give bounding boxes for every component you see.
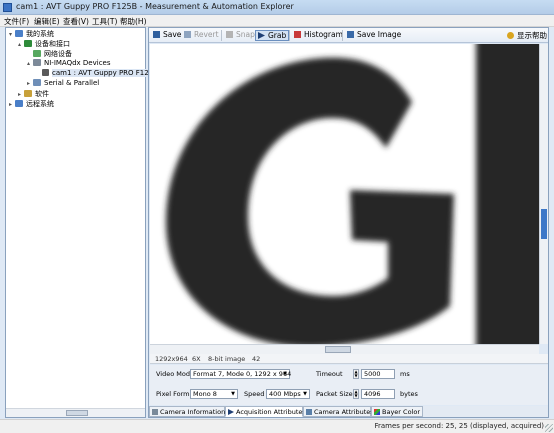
camera-icon xyxy=(42,69,49,76)
tree-horizontal-scrollbar[interactable] xyxy=(6,408,145,417)
timeout-field[interactable]: 5000 xyxy=(361,369,395,379)
image-resolution: 1292x964 xyxy=(155,355,188,363)
histogram-icon xyxy=(294,31,301,38)
menu-file[interactable]: 文件(F) xyxy=(4,16,29,27)
video-mode-select[interactable]: Format 7, Mode 0, 1292 x 964 ▼ xyxy=(190,369,291,379)
menu-help[interactable]: 帮助(H) xyxy=(120,16,147,27)
tree-item-my-system[interactable]: ▾ 我的系统 xyxy=(9,29,54,39)
image-glyph-i xyxy=(476,44,539,344)
devices-icon xyxy=(24,40,32,47)
save-image-button[interactable]: Save Image xyxy=(345,30,403,41)
chevron-down-icon: ▼ xyxy=(283,371,287,377)
tab-bayer-color[interactable]: Bayer Color xyxy=(371,406,423,417)
tree-item-network-devices[interactable]: 网络设备 xyxy=(27,49,72,59)
revert-button[interactable]: Revert xyxy=(182,30,221,41)
zoom-level: 6X xyxy=(192,355,201,363)
timeout-label: Timeout xyxy=(316,370,343,378)
packet-size-spinner[interactable]: ▲ ▼ xyxy=(353,389,359,399)
play-icon xyxy=(258,32,265,39)
remote-system-icon xyxy=(15,100,23,107)
snap-button[interactable]: Snap xyxy=(224,30,257,41)
resize-grip[interactable] xyxy=(545,424,553,432)
timeout-unit: ms xyxy=(400,370,410,378)
camera-image xyxy=(150,44,539,344)
play-icon xyxy=(228,409,234,415)
snap-icon xyxy=(226,31,233,38)
tree-item-software[interactable]: ▸ 软件 xyxy=(18,89,49,99)
status-bar: Frames per second: 25, 25 (displayed, ac… xyxy=(0,419,554,433)
toolbar-separator xyxy=(221,30,222,41)
save-icon xyxy=(153,31,160,38)
save-image-icon xyxy=(347,31,354,38)
pixel-format-select[interactable]: Mono 8 ▼ xyxy=(190,389,238,399)
computer-icon xyxy=(15,30,23,37)
pixel-value: 42 xyxy=(252,355,261,363)
image-toolbar: Save Revert Snap Grab Histogram Save Ima… xyxy=(149,28,548,43)
app-icon xyxy=(3,3,12,12)
grab-button[interactable]: Grab xyxy=(255,30,290,41)
speed-label: Speed xyxy=(244,390,265,398)
camera-info-icon xyxy=(152,409,158,415)
image-type: 8-bit image xyxy=(208,355,246,363)
window-title: cam1 : AVT Guppy PRO F125B - Measurement… xyxy=(16,2,294,11)
tab-camera-information[interactable]: Camera Information xyxy=(149,406,225,417)
chevron-down-icon: ▼ xyxy=(231,391,235,397)
show-help-button[interactable]: 显示帮助 xyxy=(505,30,549,41)
bayer-color-icon xyxy=(374,409,380,415)
menu-view[interactable]: 查看(V) xyxy=(63,16,89,27)
menu-tools[interactable]: 工具(T) xyxy=(92,16,117,27)
histogram-button[interactable]: Histogram xyxy=(292,30,345,41)
chevron-down-icon: ▼ xyxy=(303,391,307,397)
speed-select[interactable]: 400 Mbps ▼ xyxy=(266,389,310,399)
port-icon xyxy=(33,79,41,86)
revert-icon xyxy=(184,31,191,38)
toolbar-separator xyxy=(342,30,343,41)
tab-camera-attributes[interactable]: Camera Attributes xyxy=(303,406,374,417)
help-icon xyxy=(507,32,514,39)
tree-item-imaqdx-devices[interactable]: ▴ NI-IMAQdx Devices xyxy=(27,59,111,69)
scrollbar-thumb[interactable] xyxy=(66,410,88,416)
packet-size-label: Packet Size xyxy=(316,390,353,398)
tree-item-remote-systems[interactable]: ▸ 远程系统 xyxy=(9,99,54,109)
software-icon xyxy=(24,90,32,97)
video-mode-label: Video Mode xyxy=(156,370,194,378)
acquisition-settings: Video Mode Format 7, Mode 0, 1292 x 964 ▼… xyxy=(150,365,548,405)
tree-item-serial-parallel[interactable]: ▸ Serial & Parallel xyxy=(27,79,99,89)
network-icon xyxy=(33,50,41,57)
camera-group-icon xyxy=(33,59,41,66)
camera-attributes-icon xyxy=(306,409,312,415)
tab-acquisition-attributes[interactable]: Acquisition Attributes xyxy=(225,406,306,417)
scrollbar-thumb[interactable] xyxy=(325,346,351,353)
scrollbar-thumb[interactable] xyxy=(541,209,547,239)
frames-per-second-status: Frames per second: 25, 25 (displayed, ac… xyxy=(374,422,544,430)
configuration-tree: ▾ 我的系统 ▴ 设备和接口 网络设备 ▴ NI-IMAQdx Devices cam… xyxy=(5,27,154,418)
toolbar-separator xyxy=(289,30,290,41)
tree-item-cam1[interactable]: cam1 : AVT Guppy PRO F125 xyxy=(36,69,154,79)
image-display[interactable] xyxy=(150,44,539,344)
menu-edit[interactable]: 编辑(E) xyxy=(34,16,60,27)
image-vertical-scrollbar[interactable] xyxy=(539,44,548,344)
camera-panel: Save Revert Snap Grab Histogram Save Ima… xyxy=(148,27,549,418)
image-info-bar: 1292x964 6X 8-bit image 42 xyxy=(150,354,548,364)
packet-size-field[interactable]: 4096 xyxy=(361,389,395,399)
timeout-spinner[interactable]: ▲ ▼ xyxy=(353,369,359,379)
tabs-bar: Camera Information Acquisition Attribute… xyxy=(149,406,548,417)
image-horizontal-scrollbar[interactable] xyxy=(150,344,539,354)
title-bar: cam1 : AVT Guppy PRO F125B - Measurement… xyxy=(0,0,554,15)
tree-item-devices-interfaces[interactable]: ▴ 设备和接口 xyxy=(18,39,70,49)
packet-size-unit: bytes xyxy=(400,390,418,398)
save-button[interactable]: Save xyxy=(151,30,183,41)
menu-bar: 文件(F) 编辑(E) 查看(V) 工具(T) 帮助(H) xyxy=(0,15,554,27)
